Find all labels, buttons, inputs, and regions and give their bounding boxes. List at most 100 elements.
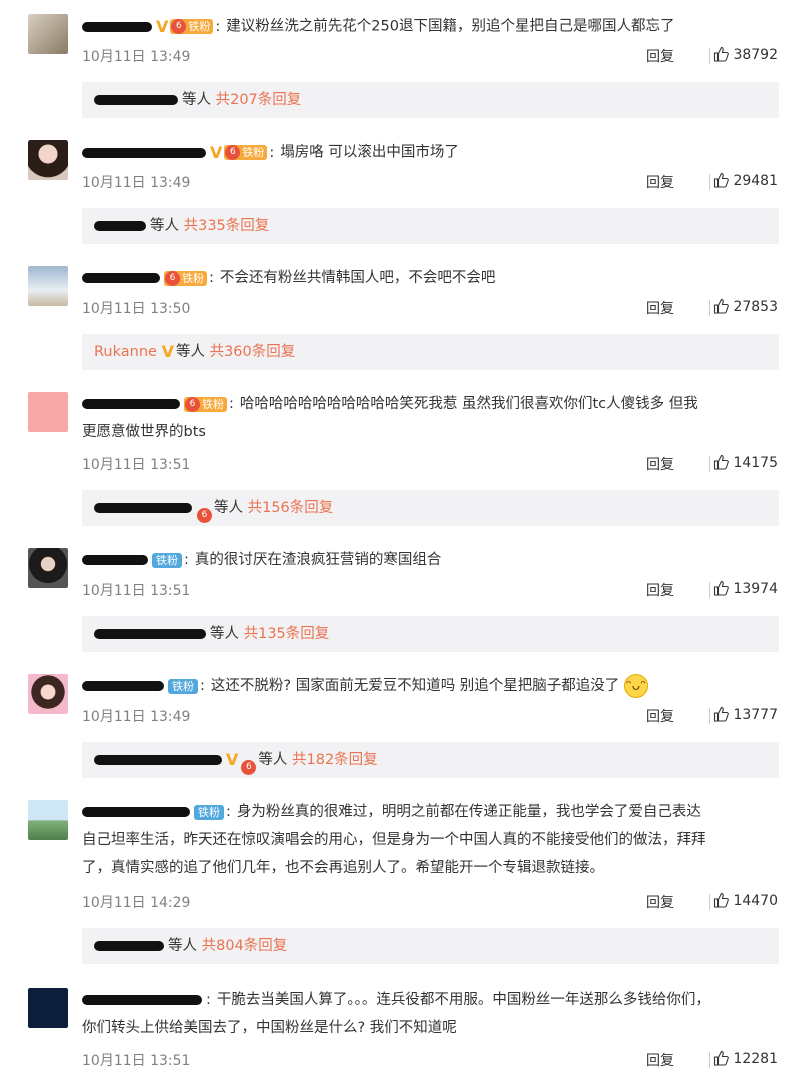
fan-badge: 6 铁粉 bbox=[164, 270, 207, 286]
like-button[interactable]: 14175 bbox=[713, 454, 778, 471]
like-count: 27853 bbox=[733, 299, 778, 315]
like-button[interactable]: 13974 bbox=[713, 580, 778, 597]
avatar[interactable] bbox=[28, 392, 68, 432]
comment-feed: V 6 铁粉: 建议粉丝洗之前先花个250退下国籍，别追个星把自己是哪国人都忘了 10… bbox=[0, 0, 800, 1077]
like-count: 14470 bbox=[733, 893, 778, 909]
like-count: 13777 bbox=[733, 707, 778, 723]
sub-reply-count[interactable]: 共360条回复 bbox=[210, 344, 296, 360]
sub-replies-box[interactable]: 等人 共135条回复 bbox=[82, 616, 779, 652]
username-redacted[interactable] bbox=[94, 755, 222, 765]
comment-text-line: 铁粉: 这还不脱粉? 国家面前无爱豆不知道吗 别追个星把脑子都追没了 ᵔᴗᵔ bbox=[82, 674, 780, 699]
reply-button[interactable]: 回复 bbox=[646, 46, 674, 66]
sub-reply-count[interactable]: 共207条回复 bbox=[216, 92, 302, 108]
avatar[interactable] bbox=[28, 988, 68, 1028]
sub-replies-box[interactable]: 等人 共207条回复 bbox=[82, 82, 779, 118]
sub-reply-count[interactable]: 共182条回复 bbox=[292, 752, 378, 768]
comment-text-line: 铁粉: 真的很讨厌在渣浪疯狂营销的寒国组合 bbox=[82, 548, 780, 573]
fan-badge: 6 铁粉 bbox=[184, 396, 227, 412]
username-redacted[interactable] bbox=[82, 555, 148, 565]
comment-time: 10月11日 13:51 bbox=[82, 583, 191, 599]
like-count: 14175 bbox=[733, 455, 778, 471]
sub-replies-box[interactable]: V 6 等人 共182条回复 bbox=[82, 742, 779, 778]
reply-button[interactable]: 回复 bbox=[646, 454, 674, 474]
like-count: 12281 bbox=[733, 1051, 778, 1067]
reply-button[interactable]: 回复 bbox=[646, 706, 674, 726]
reply-button[interactable]: 回复 bbox=[646, 298, 674, 318]
comment-text-line: 铁粉: 身为粉丝真的很难过，明明之前都在传递正能量，我也学会了爱自己表达 bbox=[82, 800, 780, 825]
reply-button[interactable]: 回复 bbox=[646, 1050, 674, 1070]
reply-button[interactable]: 回复 bbox=[646, 580, 674, 600]
username-redacted[interactable] bbox=[82, 399, 180, 409]
username-redacted[interactable] bbox=[82, 995, 202, 1005]
username-redacted[interactable] bbox=[82, 807, 190, 817]
avatar[interactable] bbox=[28, 548, 68, 588]
comment-time: 10月11日 13:50 bbox=[82, 301, 191, 317]
avatar[interactable] bbox=[28, 14, 68, 54]
comment-text: 建议粉丝洗之前先花个250退下国籍，别追个星把自己是哪国人都忘了 bbox=[226, 18, 675, 35]
thumbs-up-icon bbox=[713, 580, 729, 596]
avatar[interactable] bbox=[28, 266, 68, 306]
like-button[interactable]: 12281 bbox=[713, 1050, 778, 1067]
divider bbox=[709, 456, 710, 472]
sub-reply-username[interactable]: Rukanne bbox=[94, 344, 157, 360]
comment-time: 10月11日 13:49 bbox=[82, 49, 191, 65]
username-redacted[interactable] bbox=[94, 629, 206, 639]
comment-time: 10月11日 13:51 bbox=[82, 457, 191, 473]
reply-button[interactable]: 回复 bbox=[646, 172, 674, 192]
comment-text: 不会还有粉丝共情韩国人吧，不会吧不会吧 bbox=[219, 270, 496, 286]
sub-replies-box[interactable]: 等人 共804条回复 bbox=[82, 928, 779, 964]
verified-v-icon: V bbox=[156, 17, 169, 36]
fan-badge: 6 铁粉 bbox=[224, 145, 268, 160]
avatar[interactable] bbox=[28, 674, 68, 714]
username-redacted[interactable] bbox=[94, 95, 178, 105]
avatar[interactable] bbox=[28, 140, 68, 180]
verified-v-icon: V bbox=[161, 342, 174, 361]
like-button[interactable]: 29481 bbox=[713, 172, 778, 189]
divider bbox=[709, 174, 710, 190]
comment-text-line: 6 铁粉: 哈哈哈哈哈哈哈哈哈哈哈笑死我惹 虽然我们很喜欢你们tc人傻钱多 但我 bbox=[82, 392, 780, 417]
thumbs-up-icon bbox=[713, 298, 729, 314]
avatar[interactable] bbox=[28, 800, 68, 840]
like-button[interactable]: 27853 bbox=[713, 298, 778, 315]
verified-v-icon: V bbox=[210, 143, 223, 162]
sub-reply-count[interactable]: 共156条回复 bbox=[248, 500, 334, 516]
sub-replies-box[interactable]: 6 等人 共156条回复 bbox=[82, 490, 779, 526]
comment-time: 10月11日 13:51 bbox=[82, 1053, 191, 1069]
sub-reply-count[interactable]: 共135条回复 bbox=[244, 626, 330, 642]
divider bbox=[709, 582, 710, 598]
like-button[interactable]: 38792 bbox=[713, 46, 778, 63]
comment-text: 塌房咯 可以滚出中国市场了 bbox=[280, 144, 459, 161]
comment-text: 干脆去当美国人算了。。。连兵役都不用服。中国粉丝一年送那么多钱给你们， bbox=[216, 992, 710, 1008]
sub-replies-box[interactable]: Rukanne V 等人 共360条回复 bbox=[82, 334, 779, 370]
username-redacted[interactable] bbox=[82, 21, 152, 32]
comment-text-line-3: 了，真情实感的追了他们几年，也不会再追别人了。希望能开一个专辑退款链接。 bbox=[82, 860, 604, 876]
sub-replies-box[interactable]: 等人 共335条回复 bbox=[82, 208, 779, 244]
username-redacted[interactable] bbox=[94, 503, 192, 513]
sub-reply-count[interactable]: 共804条回复 bbox=[202, 938, 288, 954]
divider bbox=[709, 48, 710, 64]
comment-text: 真的很讨厌在渣浪疯狂营销的寒国组合 bbox=[194, 552, 442, 568]
comment-text-line-2: 自己坦率生活，昨天还在惊叹演唱会的用心，但是身为一个中国人真的不能接受他们的做法… bbox=[82, 832, 706, 848]
username-redacted[interactable] bbox=[82, 681, 164, 691]
comment-text-line: 6 铁粉: 不会还有粉丝共情韩国人吧，不会吧不会吧 bbox=[82, 266, 780, 291]
comment-text: 哈哈哈哈哈哈哈哈哈哈哈笑死我惹 虽然我们很喜欢你们tc人傻钱多 但我 bbox=[239, 396, 698, 412]
comment-text-line: V 6 铁粉: 塌房咯 可以滚出中国市场了 bbox=[82, 140, 780, 166]
username-redacted[interactable] bbox=[94, 221, 146, 231]
username-redacted[interactable] bbox=[94, 941, 164, 951]
username-redacted[interactable] bbox=[82, 273, 160, 283]
like-count: 29481 bbox=[733, 173, 778, 189]
reply-button[interactable]: 回复 bbox=[646, 892, 674, 912]
username-redacted[interactable] bbox=[82, 147, 206, 158]
like-button[interactable]: 14470 bbox=[713, 892, 778, 909]
sub-reply-count[interactable]: 共335条回复 bbox=[184, 218, 270, 234]
grinning-face-icon: ᵔᴗᵔ bbox=[623, 674, 648, 698]
thumbs-up-icon bbox=[713, 1050, 729, 1066]
verified-v-icon: V bbox=[226, 750, 239, 769]
like-count: 38792 bbox=[733, 47, 778, 63]
comment-time: 10月11日 13:49 bbox=[82, 175, 191, 191]
fan-badge: 6 铁粉 bbox=[170, 19, 214, 34]
comment-text: 这还不脱粉? 国家面前无爱豆不知道吗 别追个星把脑子都追没了 bbox=[210, 678, 620, 694]
fan-badge: 铁粉 bbox=[194, 804, 224, 820]
like-button[interactable]: 13777 bbox=[713, 706, 778, 723]
thumbs-up-icon bbox=[713, 454, 729, 470]
